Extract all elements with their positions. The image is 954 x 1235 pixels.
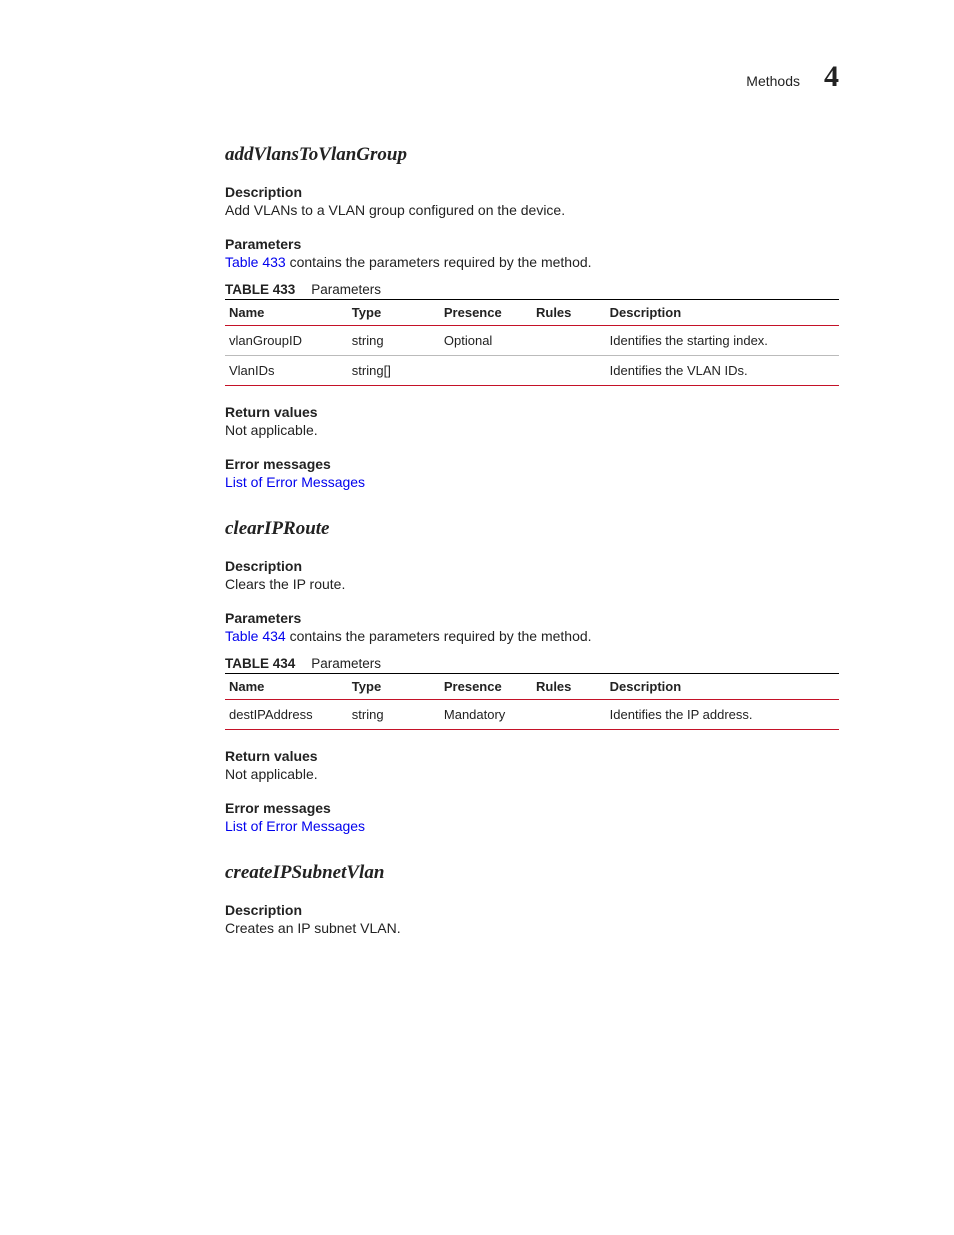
errors-label: Error messages: [225, 800, 839, 816]
error-messages-link[interactable]: List of Error Messages: [225, 818, 365, 834]
cell-type: string: [348, 326, 440, 356]
description-label: Description: [225, 184, 839, 200]
error-messages-link[interactable]: List of Error Messages: [225, 474, 365, 490]
cell-description: Identifies the IP address.: [606, 700, 839, 730]
col-name: Name: [225, 300, 348, 326]
cell-name: VlanIDs: [225, 356, 348, 386]
col-presence: Presence: [440, 674, 532, 700]
col-name: Name: [225, 674, 348, 700]
col-description: Description: [606, 674, 839, 700]
description-label: Description: [225, 558, 839, 574]
section-name: Methods: [746, 73, 800, 89]
table-row: destIPAddress string Mandatory Identifie…: [225, 700, 839, 730]
cell-presence: [440, 356, 532, 386]
description-text: Add VLANs to a VLAN group configured on …: [225, 202, 839, 218]
cell-type: string[]: [348, 356, 440, 386]
col-rules: Rules: [532, 300, 606, 326]
return-label: Return values: [225, 404, 839, 420]
col-rules: Rules: [532, 674, 606, 700]
method-heading: addVlansToVlanGroup: [225, 144, 839, 166]
return-text: Not applicable.: [225, 766, 839, 782]
cell-name: destIPAddress: [225, 700, 348, 730]
return-text: Not applicable.: [225, 422, 839, 438]
cell-rules: [532, 700, 606, 730]
description-text: Clears the IP route.: [225, 576, 839, 592]
table-row: vlanGroupID string Optional Identifies t…: [225, 326, 839, 356]
table-caption: TABLE 433 Parameters: [225, 282, 839, 297]
parameters-table: Name Type Presence Rules Description des…: [225, 673, 839, 730]
cell-description: Identifies the VLAN IDs.: [606, 356, 839, 386]
description-text: Creates an IP subnet VLAN.: [225, 920, 839, 936]
params-sentence: contains the parameters required by the …: [286, 628, 592, 644]
cell-rules: [532, 326, 606, 356]
return-label: Return values: [225, 748, 839, 764]
cell-description: Identifies the starting index.: [606, 326, 839, 356]
parameters-label: Parameters: [225, 610, 839, 626]
method-heading: createIPSubnetVlan: [225, 862, 839, 884]
parameters-text: Table 433 contains the parameters requir…: [225, 254, 839, 270]
col-type: Type: [348, 674, 440, 700]
cell-presence: Optional: [440, 326, 532, 356]
cell-type: string: [348, 700, 440, 730]
parameters-table: Name Type Presence Rules Description vla…: [225, 299, 839, 386]
table-number: TABLE 433: [225, 282, 295, 297]
chapter-number: 4: [824, 60, 839, 94]
parameters-label: Parameters: [225, 236, 839, 252]
parameters-text: Table 434 contains the parameters requir…: [225, 628, 839, 644]
table-number: TABLE 434: [225, 656, 295, 671]
table-reference-link[interactable]: Table 433: [225, 254, 286, 270]
col-type: Type: [348, 300, 440, 326]
cell-presence: Mandatory: [440, 700, 532, 730]
page-header: Methods 4: [225, 60, 839, 94]
table-reference-link[interactable]: Table 434: [225, 628, 286, 644]
table-caption-text: Parameters: [311, 282, 381, 297]
method-heading: clearIPRoute: [225, 518, 839, 540]
col-description: Description: [606, 300, 839, 326]
description-label: Description: [225, 902, 839, 918]
table-row: VlanIDs string[] Identifies the VLAN IDs…: [225, 356, 839, 386]
cell-rules: [532, 356, 606, 386]
cell-name: vlanGroupID: [225, 326, 348, 356]
params-sentence: contains the parameters required by the …: [286, 254, 592, 270]
table-caption: TABLE 434 Parameters: [225, 656, 839, 671]
errors-label: Error messages: [225, 456, 839, 472]
table-caption-text: Parameters: [311, 656, 381, 671]
col-presence: Presence: [440, 300, 532, 326]
